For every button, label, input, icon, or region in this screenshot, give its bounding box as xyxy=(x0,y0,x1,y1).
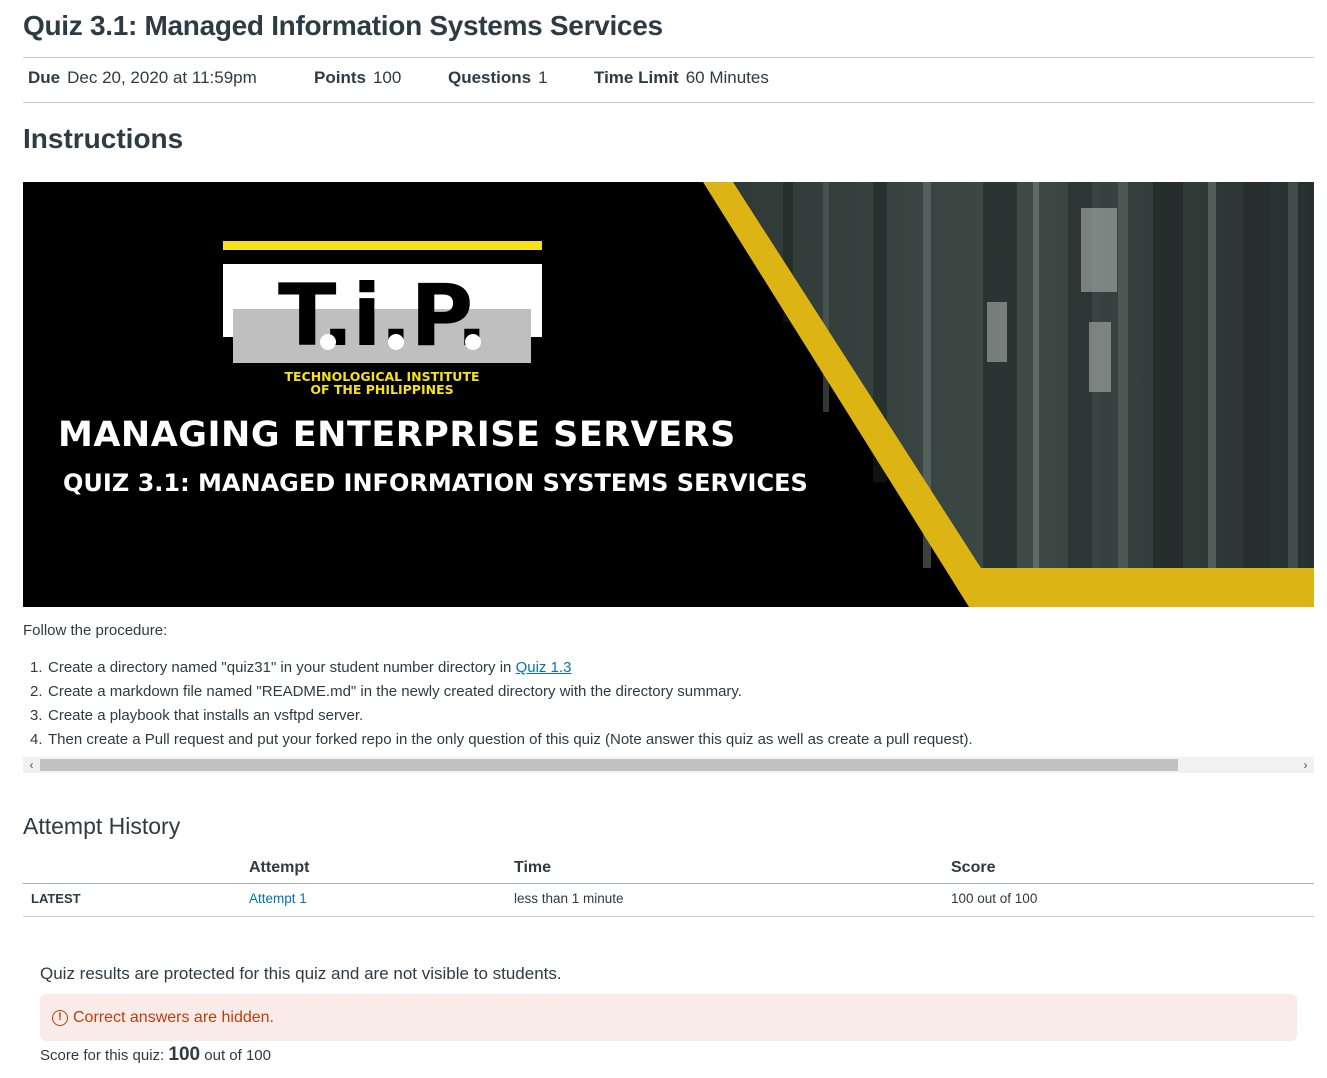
score-cell: 100 out of 100 xyxy=(951,891,1038,906)
scroll-left-icon[interactable]: ‹ xyxy=(23,757,40,773)
instructions-heading: Instructions xyxy=(23,123,184,154)
step-number: 4. xyxy=(30,731,43,748)
quiz-banner-image: T.i.P. TECHNOLOGICAL INSTITUTE OF THE PH… xyxy=(23,182,1314,607)
time-cell: less than 1 minute xyxy=(514,891,624,906)
step-number: 3. xyxy=(30,707,43,724)
score-suffix: out of 100 xyxy=(204,1047,271,1064)
step-number: 1. xyxy=(30,659,43,676)
attempt-1-link[interactable]: Attempt 1 xyxy=(249,891,307,906)
procedure-intro: Follow the procedure: xyxy=(23,622,168,639)
quiz-score: Score for this quiz: 100 out of 100 xyxy=(40,1044,271,1066)
title-divider xyxy=(23,57,1314,58)
list-item: 3. Create a playbook that installs an vsf… xyxy=(30,704,973,728)
scrollbar-thumb[interactable] xyxy=(40,759,1178,771)
results-protected-note: Quiz results are protected for this quiz… xyxy=(40,964,562,983)
due-label: Due xyxy=(28,68,61,87)
scroll-right-icon[interactable]: › xyxy=(1297,757,1314,773)
due-date: Due Dec 20, 2020 at 11:59pm xyxy=(28,68,314,90)
questions-value: 1 xyxy=(538,68,548,87)
time-limit-value: 60 Minutes xyxy=(685,68,769,87)
score-value: 100 xyxy=(168,1044,201,1065)
banner-subtitle: QUIZ 3.1: MANAGED INFORMATION SYSTEMS SE… xyxy=(63,469,808,497)
step-text: Then create a Pull request and put your … xyxy=(48,731,973,748)
logo-caption: TECHNOLOGICAL INSTITUTE OF THE PHILIPPIN… xyxy=(223,370,541,396)
time-limit-label: Time Limit xyxy=(594,68,679,87)
procedure-steps: 1. Create a directory named "quiz31" in y… xyxy=(30,656,973,752)
quiz-meta: Due Dec 20, 2020 at 11:59pm Points 100 Q… xyxy=(28,68,769,90)
banner-graphic: T.i.P. xyxy=(223,182,1314,607)
column-header-attempt: Attempt xyxy=(249,859,310,876)
due-value: Dec 20, 2020 at 11:59pm xyxy=(67,68,257,87)
points: Points 100 xyxy=(314,68,448,90)
svg-text:T.i.P.: T.i.P. xyxy=(278,266,486,366)
step-number: 2. xyxy=(30,683,43,700)
attempt-history-heading: Attempt History xyxy=(23,813,181,839)
questions-label: Questions xyxy=(448,68,532,87)
list-item: 2. Create a markdown file named "README.m… xyxy=(30,680,973,704)
points-label: Points xyxy=(314,68,366,87)
step-text: Create a playbook that installs an vsftp… xyxy=(48,707,364,724)
list-item: 4. Then create a Pull request and put you… xyxy=(30,728,973,752)
page-title: Quiz 3.1: Managed Information Systems Se… xyxy=(23,10,663,41)
list-item: 1. Create a directory named "quiz31" in y… xyxy=(30,656,973,680)
table-row-divider xyxy=(23,916,1314,917)
step-text: Create a directory named "quiz31" in you… xyxy=(48,659,516,676)
latest-label: LATEST xyxy=(31,891,81,906)
correct-answers-hidden-alert: ! Correct answers are hidden. xyxy=(40,994,1297,1041)
exclamation-circle-icon: ! xyxy=(52,1009,68,1026)
attempt-cell: Attempt 1 xyxy=(249,891,307,906)
score-prefix: Score for this quiz: xyxy=(40,1047,165,1064)
quiz-1-3-link[interactable]: Quiz 1.3 xyxy=(516,659,572,676)
horizontal-scrollbar[interactable]: ‹ › xyxy=(23,757,1314,773)
banner-title: MANAGING ENTERPRISE SERVERS xyxy=(58,415,736,455)
points-value: 100 xyxy=(372,68,402,87)
questions: Questions 1 xyxy=(448,68,594,90)
table-header-divider xyxy=(23,883,1314,884)
column-header-time: Time xyxy=(514,859,552,876)
logo-caption-line2: OF THE PHILIPPINES xyxy=(310,382,454,397)
meta-divider xyxy=(23,102,1314,103)
step-text: Create a markdown file named "README.md"… xyxy=(48,683,742,700)
column-header-score: Score xyxy=(951,859,996,876)
time-limit: Time Limit 60 Minutes xyxy=(594,68,769,90)
alert-text: Correct answers are hidden. xyxy=(73,1008,274,1026)
